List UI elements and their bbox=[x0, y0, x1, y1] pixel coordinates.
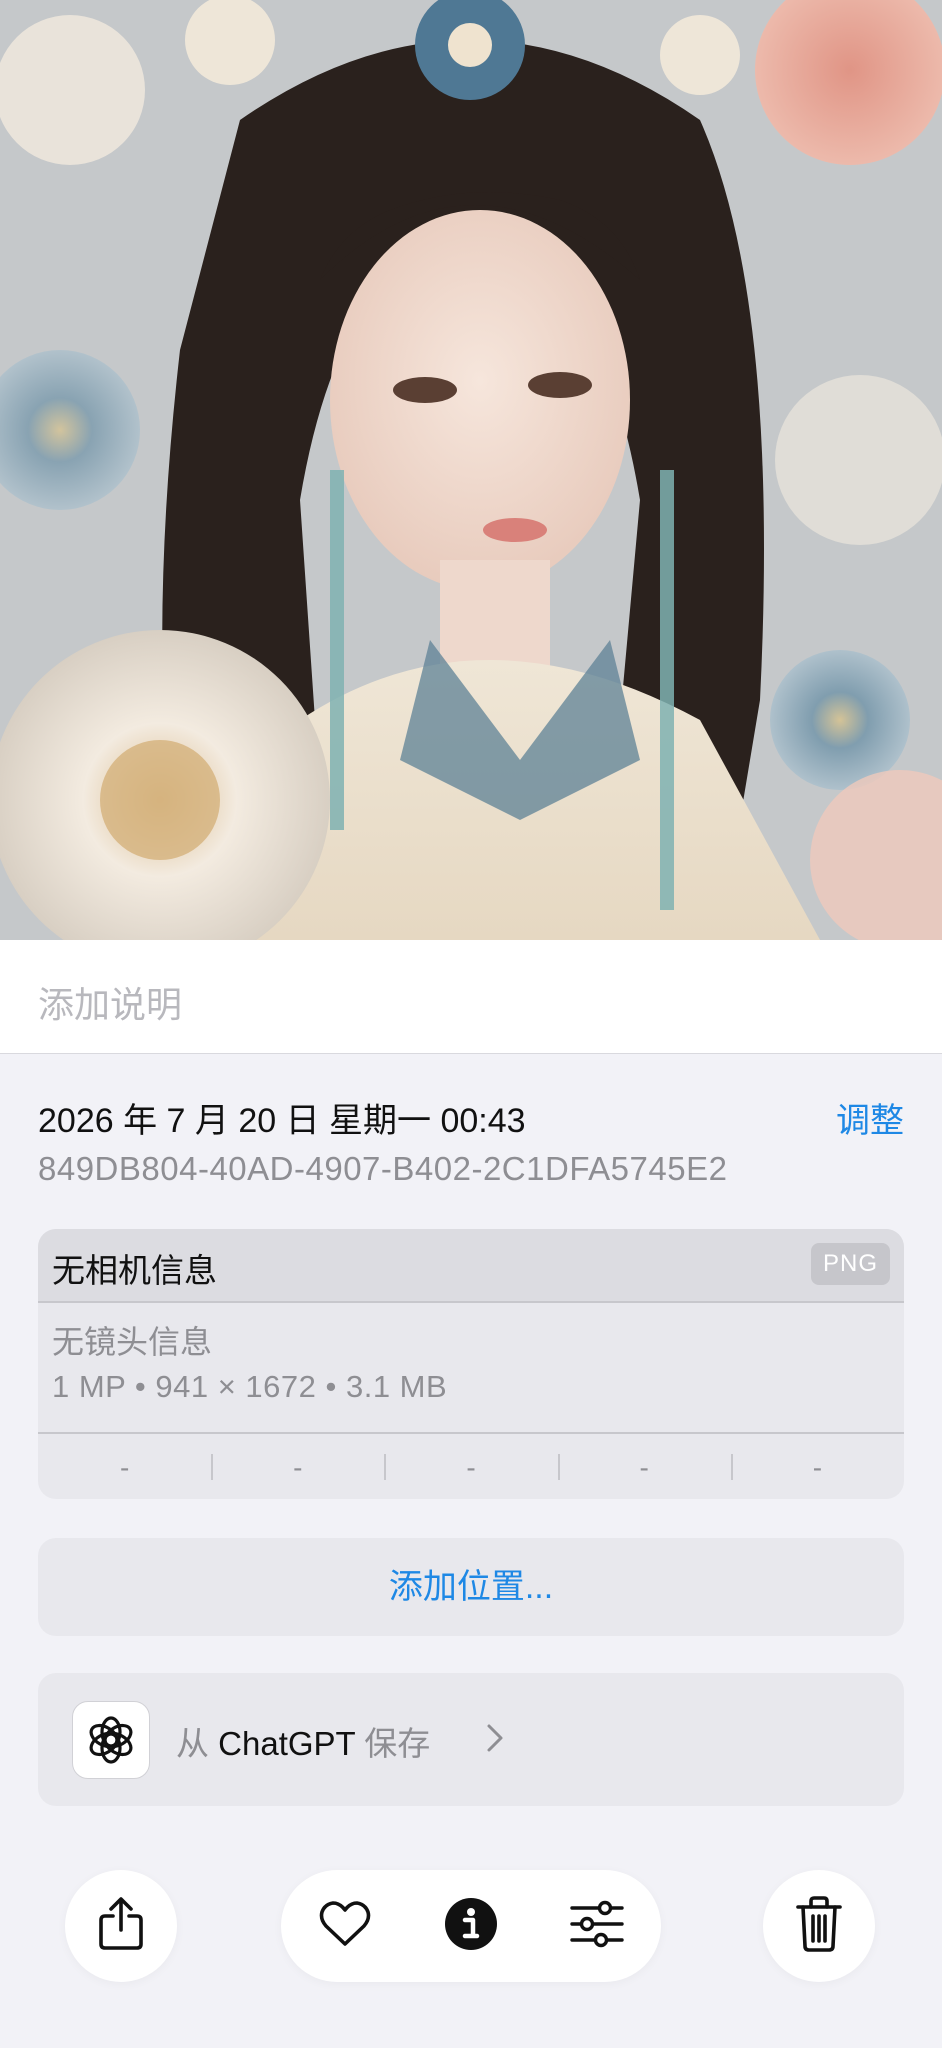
format-badge: PNG bbox=[810, 1243, 890, 1285]
exif-row: - - - - - bbox=[38, 1432, 904, 1499]
exif-exposure-bias: - bbox=[384, 1452, 557, 1484]
source-app-card[interactable]: 从 ChatGPT 保存 bbox=[38, 1673, 904, 1806]
exif-shutter-speed: - bbox=[730, 1452, 904, 1484]
camera-title: 无相机信息 bbox=[52, 1252, 217, 1289]
source-app-name: ChatGPT bbox=[218, 1725, 356, 1762]
exif-iso: - bbox=[119, 1451, 130, 1483]
trash-icon bbox=[796, 1895, 842, 1957]
asset-identifier: 849DB804-40AD-4907-B402-2C1DFA5745E2 bbox=[38, 1150, 728, 1187]
info-button[interactable] bbox=[441, 1896, 501, 1956]
camera-info-card: 无相机信息 PNG 无镜头信息 1 MP • 941 × 1672 • 3.1 … bbox=[38, 1229, 904, 1499]
heart-icon bbox=[318, 1900, 372, 1953]
caption-placeholder[interactable]: 添加说明 bbox=[38, 976, 182, 1028]
photo-illustration bbox=[0, 0, 942, 940]
chatgpt-logo-icon bbox=[72, 1701, 150, 1779]
camera-info-header: 无相机信息 PNG bbox=[38, 1229, 904, 1303]
chevron-right-icon bbox=[486, 1723, 504, 1758]
delete-button[interactable] bbox=[763, 1870, 875, 1982]
favorite-button[interactable] bbox=[315, 1896, 375, 1956]
source-suffix: 保存 bbox=[364, 1725, 431, 1762]
exif-aperture: - bbox=[557, 1452, 731, 1484]
add-location-button[interactable]: 添加位置... bbox=[38, 1538, 904, 1636]
caption-field[interactable]: 添加说明 bbox=[0, 940, 942, 1054]
exif-focal-length: - bbox=[211, 1452, 384, 1484]
source-prefix: 从 bbox=[176, 1725, 209, 1762]
capture-date: 2026 年 7 月 20 日 星期一 00:43 bbox=[38, 1102, 526, 1140]
sliders-icon bbox=[569, 1900, 625, 1953]
source-label: 从 ChatGPT 保存 bbox=[176, 1717, 430, 1765]
edit-button[interactable] bbox=[567, 1896, 627, 1956]
adjust-date-button[interactable]: 调整 bbox=[836, 1093, 904, 1142]
action-pill bbox=[281, 1870, 661, 1982]
share-button[interactable] bbox=[65, 1870, 177, 1982]
image-specs: 1 MP • 941 × 1672 • 3.1 MB bbox=[52, 1369, 448, 1404]
photo-info-screen: 添加说明 2026 年 7 月 20 日 星期一 00:43 调整 849DB8… bbox=[0, 0, 942, 2048]
share-icon bbox=[96, 1896, 146, 1957]
lens-info: 无镜头信息 bbox=[52, 1324, 213, 1360]
photo-image[interactable] bbox=[0, 0, 942, 940]
info-icon bbox=[444, 1897, 498, 1956]
